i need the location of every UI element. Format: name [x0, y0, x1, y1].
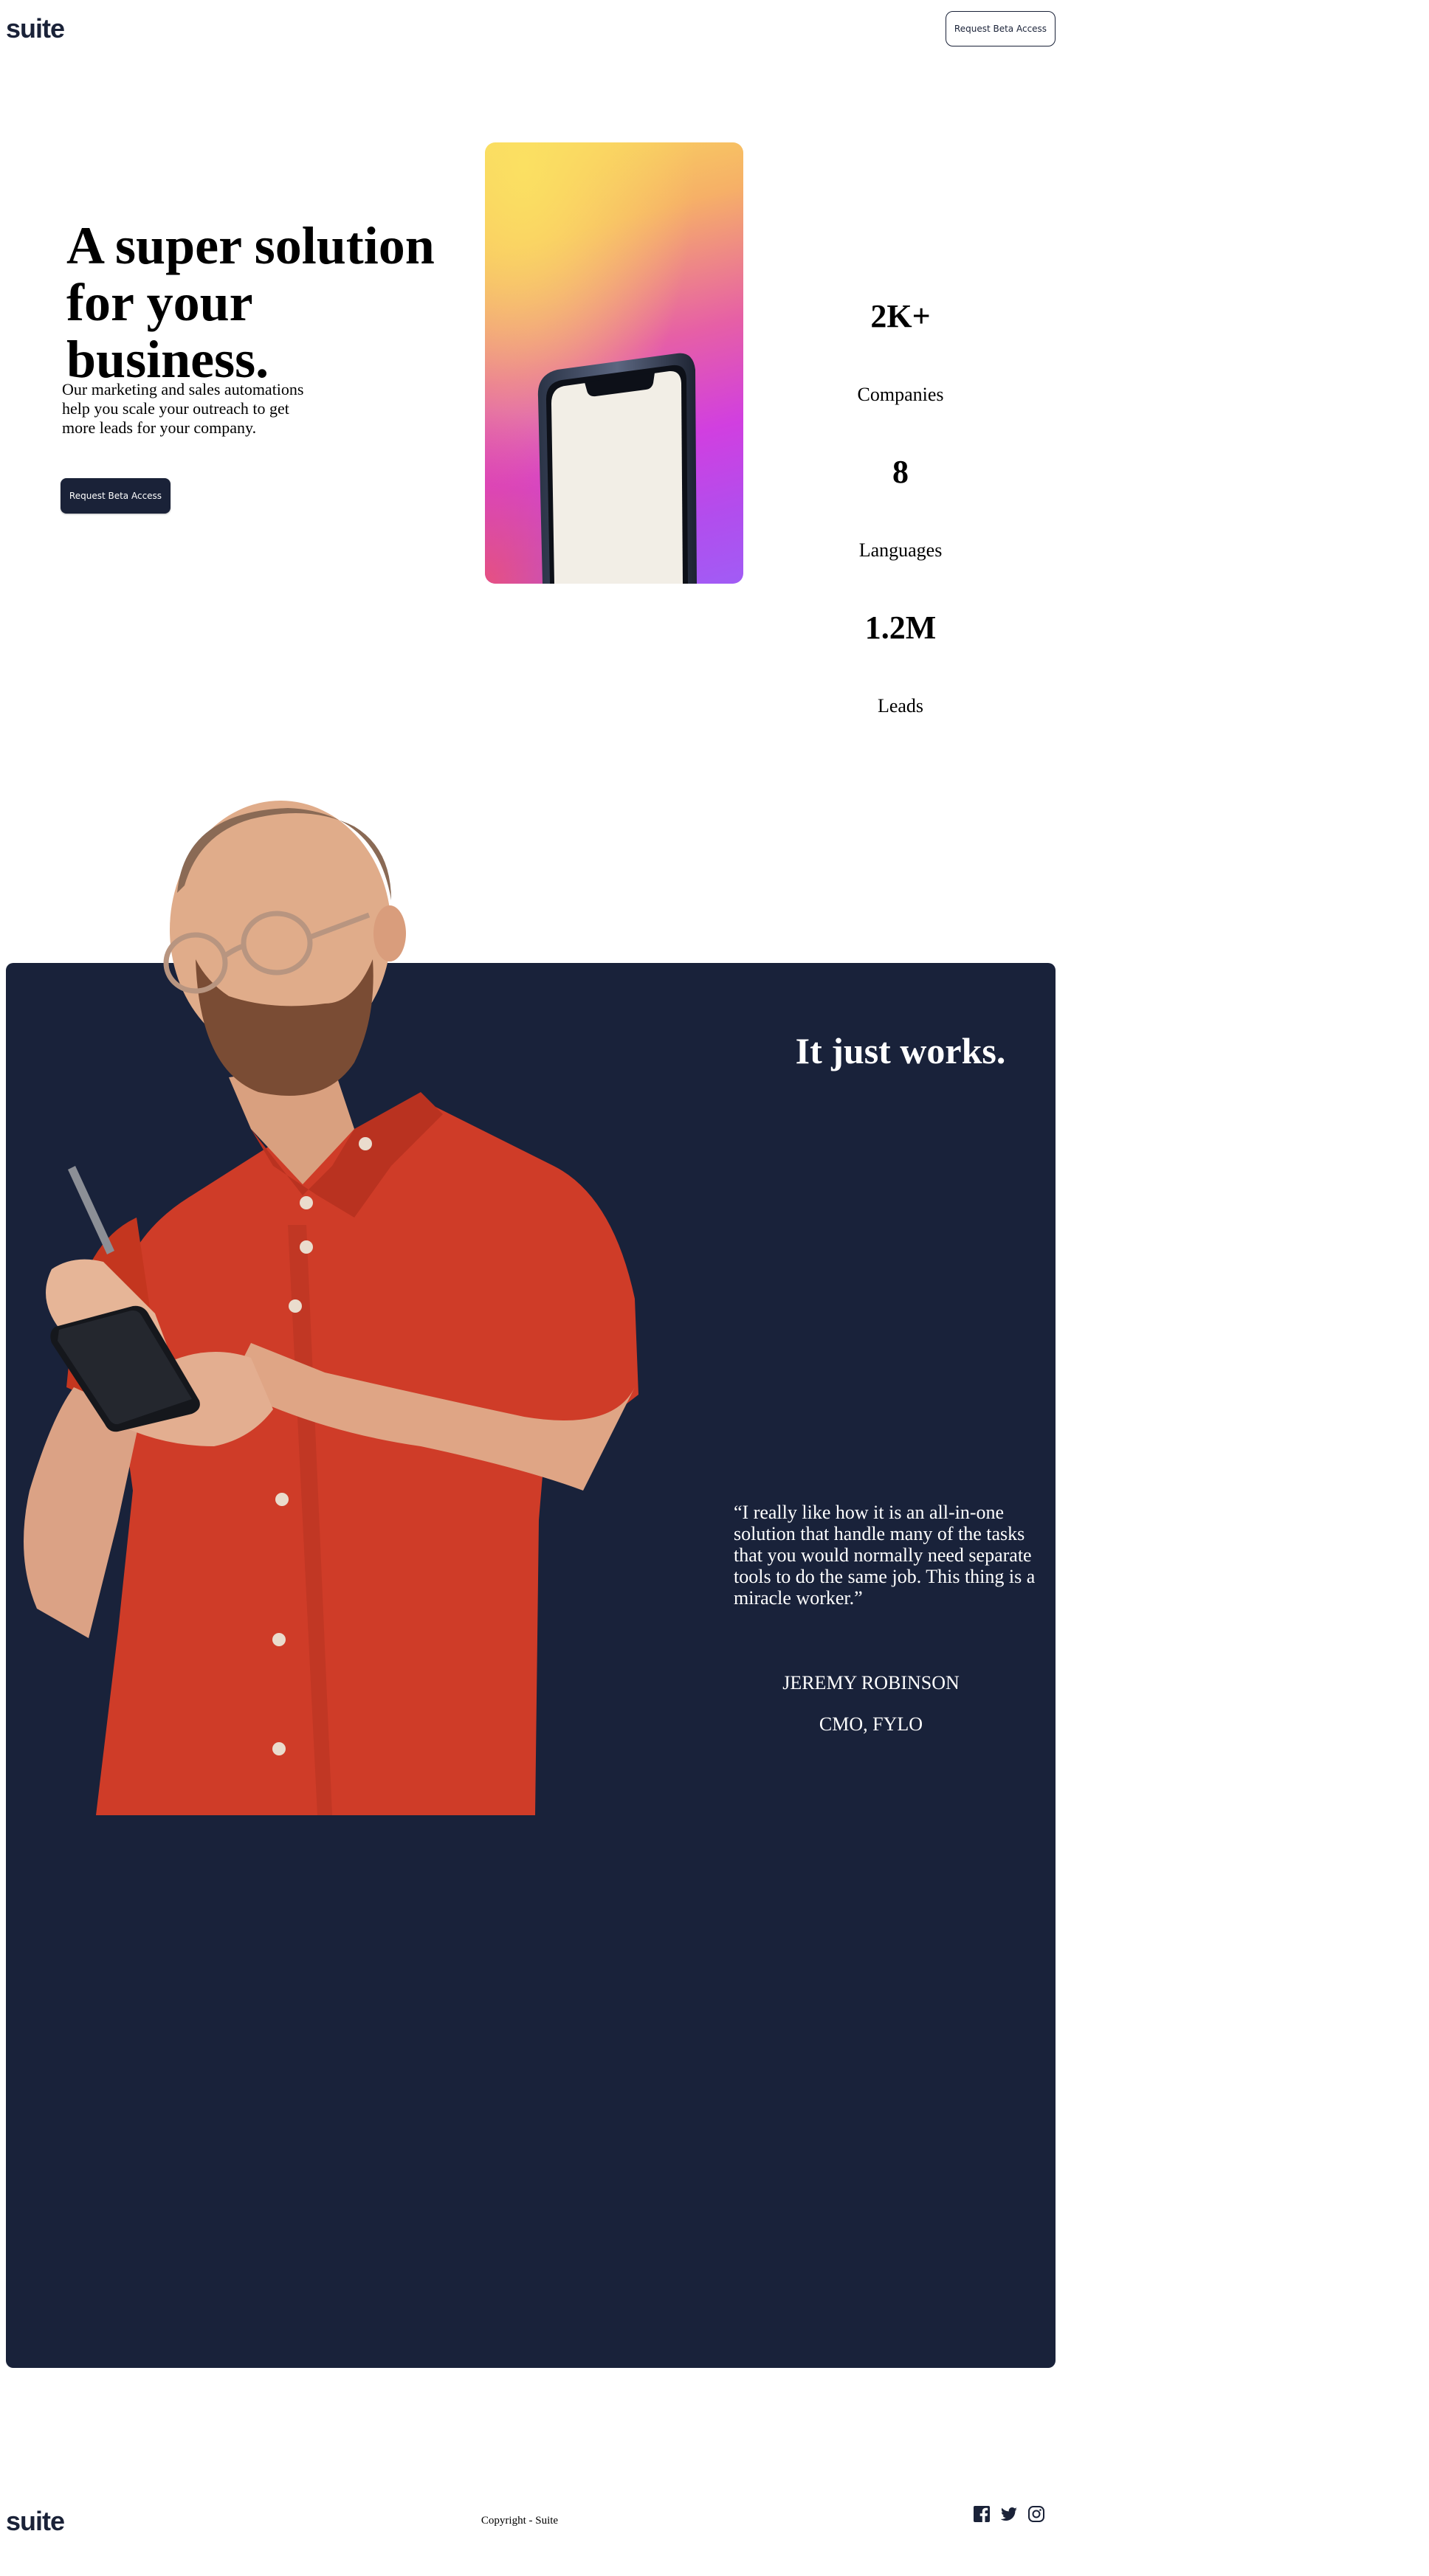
stat-label-languages: Languages	[858, 539, 943, 561]
hero-title: A super solution for your business.	[66, 218, 465, 388]
testimonial-author-role: CMO, FYLO	[819, 1713, 923, 1735]
hero-request-beta-access-button[interactable]: Request Beta Access	[61, 478, 171, 514]
person-photo	[24, 801, 638, 1815]
footer-logo[interactable]: suite	[6, 2506, 65, 2537]
stat-label-companies: Companies	[857, 384, 944, 405]
testimonial-author: JEREMY ROBINSON	[782, 1672, 960, 1693]
logo[interactable]: suite	[6, 13, 65, 44]
instagram-icon[interactable]	[1027, 2505, 1047, 2524]
testimonial-quote: “I really like how it is an all-in-one s…	[734, 1502, 1036, 1609]
facebook-icon[interactable]	[973, 2505, 992, 2524]
stat-value-companies: 2K+	[870, 298, 931, 334]
testimonial-section-title: It just works.	[795, 1030, 1006, 1071]
stat-label-leads: Leads	[877, 695, 924, 716]
hero-description: Our marketing and sales automations help…	[62, 380, 304, 437]
twitter-icon[interactable]	[1000, 2505, 1019, 2524]
stat-value-leads: 1.2M	[864, 610, 937, 646]
phone-illustration	[537, 353, 697, 584]
stat-value-languages: 8	[892, 454, 909, 490]
hero-title-line-2: for your business.	[66, 273, 269, 389]
request-beta-access-button[interactable]: Request Beta Access	[946, 11, 1056, 46]
phone-hero-image	[485, 142, 743, 584]
hero-title-line-1: A super solution	[66, 216, 435, 275]
footer-copyright: Copyright - Suite	[481, 2515, 559, 2527]
